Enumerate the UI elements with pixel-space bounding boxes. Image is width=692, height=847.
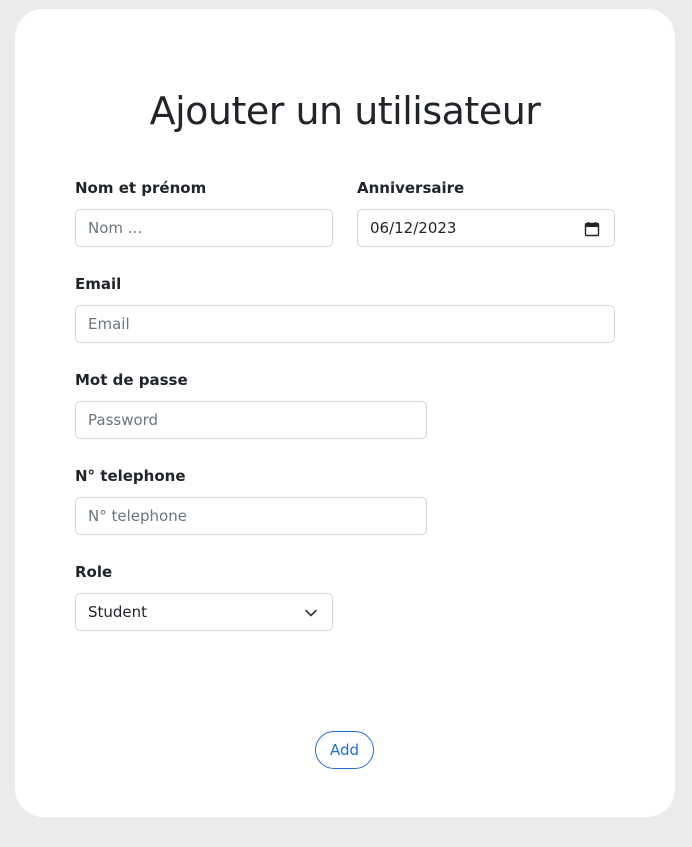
- add-user-card: Ajouter un utilisateur Nom et prénom Nom…: [15, 9, 675, 817]
- phone-label: N° telephone: [75, 467, 186, 485]
- email-label: Email: [75, 275, 122, 293]
- role-select[interactable]: Student: [75, 593, 333, 631]
- birthday-label: Anniversaire: [357, 179, 465, 197]
- phone-placeholder: N° telephone: [88, 507, 187, 525]
- birthday-input[interactable]: 06/12/2023: [357, 209, 615, 247]
- email-input[interactable]: Email: [75, 305, 615, 343]
- birthday-value: 06/12/2023: [370, 219, 457, 237]
- name-input[interactable]: Nom ...: [75, 209, 333, 247]
- password-label: Mot de passe: [75, 371, 188, 389]
- password-placeholder: Password: [88, 411, 159, 429]
- phone-input[interactable]: N° telephone: [75, 497, 427, 535]
- name-label: Nom et prénom: [75, 179, 207, 197]
- role-selected-value: Student: [88, 603, 148, 621]
- chevron-down-icon: [305, 609, 317, 617]
- email-placeholder: Email: [88, 315, 130, 333]
- page-title: Ajouter un utilisateur: [149, 89, 541, 133]
- calendar-icon[interactable]: [584, 221, 600, 237]
- add-button[interactable]: Add: [315, 731, 374, 769]
- password-input[interactable]: Password: [75, 401, 427, 439]
- role-label: Role: [75, 563, 113, 581]
- name-placeholder: Nom ...: [88, 219, 143, 237]
